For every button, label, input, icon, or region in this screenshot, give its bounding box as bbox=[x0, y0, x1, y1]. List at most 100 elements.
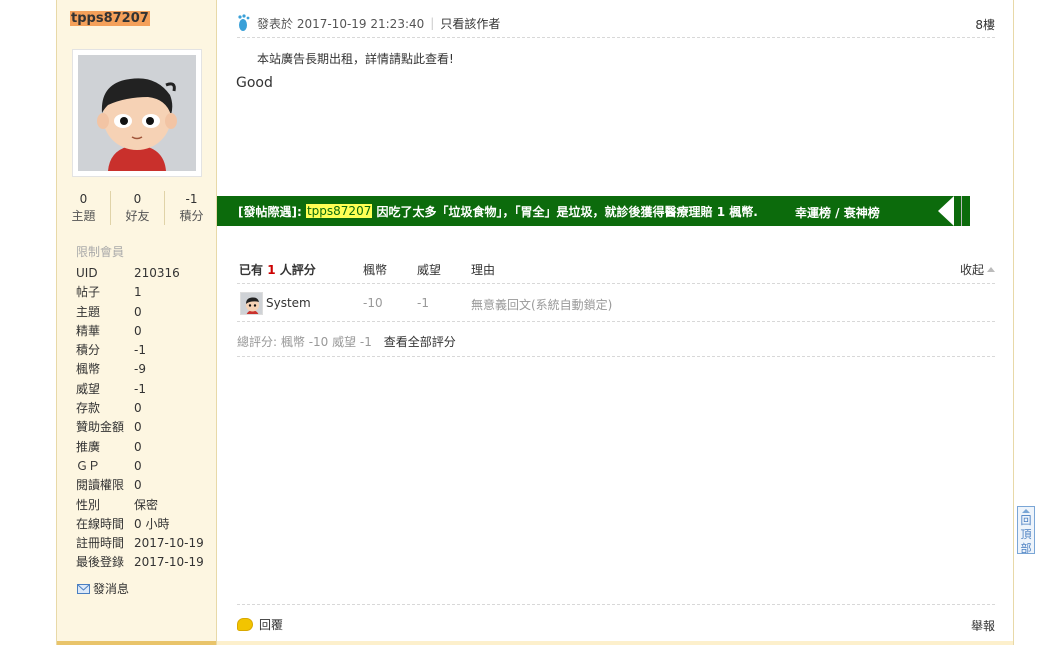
ad-link[interactable]: 本站廣告長期出租，詳情請點此查看! bbox=[257, 50, 454, 67]
user-info-value: -1 bbox=[134, 381, 146, 396]
user-info-row: ＧＰ 0 bbox=[76, 457, 204, 476]
user-info-row: 閱讀權限 0 bbox=[76, 476, 204, 495]
user-info-row: 在線時間 0 小時 bbox=[76, 515, 204, 534]
banner-username[interactable]: tpps87207 bbox=[305, 204, 373, 218]
banner-notch bbox=[938, 196, 954, 226]
main-bottom-bar bbox=[217, 641, 1013, 645]
report-link[interactable]: 舉報 bbox=[971, 617, 995, 634]
rating-maple: -10 bbox=[363, 296, 383, 310]
user-info-value: -9 bbox=[134, 362, 146, 377]
stat-label: 主題 bbox=[71, 209, 96, 223]
banner-divider bbox=[961, 196, 962, 226]
user-info-row: 贊助金額 0 bbox=[76, 418, 204, 437]
col-prestige: 威望 bbox=[417, 263, 442, 277]
user-info-key: 在線時間 bbox=[76, 516, 125, 531]
user-info-list: UID 210316 帖子 1 主題 0 精華 0 積分 -1 楓幣 -9 威望 -1 存款 0 贊助金額 0 推廣… bbox=[76, 264, 204, 573]
username-link[interactable]: tpps87207 bbox=[70, 11, 150, 26]
envelope-icon bbox=[77, 583, 90, 594]
user-info-key: 威望 bbox=[76, 381, 101, 396]
forum-post-page: tpps87207 0 主題 0 好友 -1 積分 限制會員 UID 21031… bbox=[0, 0, 1060, 645]
stat-label: 積分 bbox=[179, 209, 204, 223]
user-info-row: 帖子 1 bbox=[76, 283, 204, 302]
rater-name[interactable]: System bbox=[266, 296, 311, 310]
stat-points[interactable]: -1 積分 bbox=[165, 191, 218, 225]
stat-value: 0 bbox=[79, 192, 88, 206]
user-info-row: 註冊時間 2017-10-19 bbox=[76, 534, 204, 553]
post-header: 發表於 2017-10-19 21:23:40 | 只看該作者 8樓 bbox=[237, 9, 995, 38]
user-info-value: 0 bbox=[134, 304, 142, 319]
reply-button[interactable]: 回覆 bbox=[237, 616, 283, 633]
banner-prefix: [發帖際遇]: bbox=[238, 204, 302, 219]
user-info-row: 威望 -1 bbox=[76, 380, 204, 399]
user-info-row: 積分 -1 bbox=[76, 341, 204, 360]
separator: | bbox=[430, 16, 435, 30]
avatar[interactable] bbox=[72, 49, 202, 177]
user-info-value: 0 bbox=[134, 323, 142, 338]
user-info-row: 最後登錄 2017-10-19 bbox=[76, 553, 204, 572]
user-info-row: 推廣 0 bbox=[76, 438, 204, 457]
total-values: 楓幣 -10 威望 -1 bbox=[280, 335, 372, 349]
rating-total: 總評分: 楓幣 -10 威望 -1 查看全部評分 bbox=[237, 323, 995, 357]
reply-label: 回覆 bbox=[259, 618, 284, 632]
user-info-key: 存款 bbox=[76, 401, 101, 416]
view-all-ratings-link[interactable]: 查看全部評分 bbox=[384, 335, 456, 349]
user-info-value: 保密 bbox=[134, 497, 159, 512]
fortune-rank-link[interactable]: 幸運榜 / 衰神榜 bbox=[795, 204, 880, 221]
back-to-top-button[interactable]: 回頂部 bbox=[1017, 506, 1035, 555]
collapse-button[interactable]: 收起 bbox=[960, 261, 995, 278]
user-info-key: 閱讀權限 bbox=[76, 478, 125, 493]
user-info-value: 0 bbox=[134, 420, 142, 435]
banner-end bbox=[954, 196, 970, 226]
rating-header: 已有 1 人評分 楓幣 威望 理由 收起 bbox=[237, 254, 995, 284]
total-label: 總評分: bbox=[237, 335, 278, 349]
rating-row: System -10 -1 無意義回文(系統自動鎖定) bbox=[237, 285, 995, 322]
user-info-value: 0 bbox=[134, 439, 142, 454]
user-info-key: 贊助金額 bbox=[76, 420, 125, 435]
user-info-value: 210316 bbox=[134, 266, 180, 280]
user-info-key: 註冊時間 bbox=[76, 536, 125, 551]
user-info-value: -1 bbox=[134, 343, 146, 358]
back-to-top-label: 回頂部 bbox=[1020, 514, 1032, 555]
stat-threads[interactable]: 0 主題 bbox=[57, 191, 111, 225]
send-message-label: 發消息 bbox=[93, 582, 130, 596]
user-info-row: 存款 0 bbox=[76, 399, 204, 418]
post-content: Good bbox=[236, 75, 273, 91]
rating-prestige: -1 bbox=[417, 296, 429, 310]
stat-friends[interactable]: 0 好友 bbox=[111, 191, 165, 225]
floor-number[interactable]: 8樓 bbox=[975, 16, 995, 33]
stat-value: 0 bbox=[133, 192, 142, 206]
banner-message: 因吃了太多「垃圾食物」，「胃全」是垃圾，就診後獲得醫療理賠 1 楓幣. bbox=[376, 204, 758, 219]
user-info-key: 精華 bbox=[76, 323, 101, 338]
user-info-key: ＧＰ bbox=[76, 458, 101, 473]
system-avatar[interactable] bbox=[240, 292, 263, 315]
speech-bubble-icon bbox=[237, 618, 253, 631]
post-date: 發表於 2017-10-19 21:23:40 bbox=[257, 16, 425, 31]
stat-label: 好友 bbox=[125, 209, 150, 223]
user-info-row: UID 210316 bbox=[76, 264, 204, 283]
user-info-key: 最後登錄 bbox=[76, 555, 125, 570]
user-info-key: 主題 bbox=[76, 304, 101, 319]
sidebar-bottom-bar bbox=[57, 641, 216, 645]
posting-event-banner: [發帖際遇]: tpps87207 因吃了太多「垃圾食物」，「胃全」是垃圾，就診… bbox=[217, 196, 954, 226]
arrow-up-icon bbox=[1022, 509, 1030, 513]
footprint-icon bbox=[237, 14, 251, 32]
author-only-link[interactable]: 只看該作者 bbox=[440, 15, 500, 32]
user-info-row: 性別 保密 bbox=[76, 496, 204, 515]
cartoon-avatar-image bbox=[78, 55, 196, 171]
col-maple: 楓幣 bbox=[363, 263, 388, 277]
chevron-up-icon bbox=[987, 267, 995, 272]
user-info-key: 積分 bbox=[76, 343, 101, 358]
send-message-button[interactable]: 發消息 bbox=[77, 580, 129, 597]
user-info-row: 主題 0 bbox=[76, 303, 204, 322]
user-info-value: 2017-10-19 bbox=[134, 555, 204, 570]
user-info-key: 楓幣 bbox=[76, 362, 101, 377]
user-info-value: 0 小時 bbox=[134, 516, 170, 531]
user-info-value: 2017-10-19 bbox=[134, 536, 204, 551]
user-info-value: 1 bbox=[134, 285, 142, 300]
stat-value: -1 bbox=[185, 192, 198, 206]
user-info-row: 精華 0 bbox=[76, 322, 204, 341]
user-info-key: UID bbox=[76, 266, 98, 280]
member-group[interactable]: 限制會員 bbox=[76, 243, 124, 260]
post-footer: 回覆 舉報 bbox=[237, 604, 995, 640]
user-stats: 0 主題 0 好友 -1 積分 bbox=[57, 191, 218, 225]
